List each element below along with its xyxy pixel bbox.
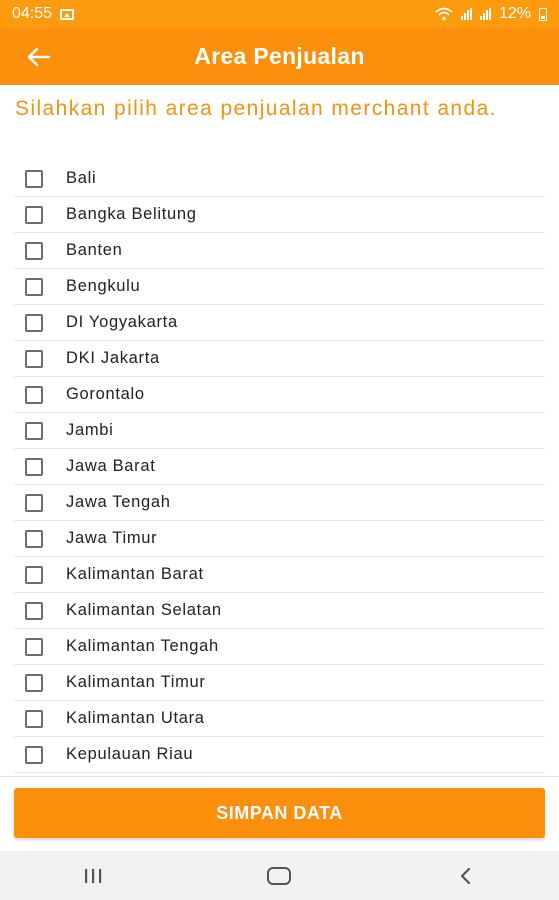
system-nav-bar bbox=[0, 851, 559, 900]
checkbox[interactable] bbox=[25, 673, 43, 692]
area-item[interactable]: Kalimantan Selatan bbox=[14, 593, 545, 629]
area-item-label: Bengkulu bbox=[66, 277, 141, 295]
area-item-label: Jawa Timur bbox=[66, 529, 158, 547]
area-item[interactable]: Jawa Timur bbox=[14, 521, 545, 557]
checkbox[interactable] bbox=[25, 457, 43, 476]
wifi-icon bbox=[435, 7, 453, 21]
area-item-label: Kalimantan Barat bbox=[66, 565, 204, 583]
area-item-label: Bangka Belitung bbox=[66, 205, 197, 223]
app-header: Area Penjualan bbox=[0, 28, 559, 85]
signal-icon bbox=[460, 8, 472, 20]
area-item-label: Kalimantan Selatan bbox=[66, 601, 222, 619]
area-item[interactable]: Jambi bbox=[14, 413, 545, 449]
area-item-label: Jawa Barat bbox=[66, 457, 156, 475]
status-bar: 04:55 12% bbox=[0, 0, 559, 28]
recent-apps-icon bbox=[85, 868, 102, 883]
battery-icon bbox=[539, 7, 547, 21]
area-item-label: Jawa Tengah bbox=[66, 493, 171, 511]
area-item-label: Bali bbox=[66, 169, 97, 187]
area-item-label: Kepulauan Riau bbox=[66, 745, 194, 763]
arrow-left-icon bbox=[27, 47, 51, 67]
area-item[interactable]: Gorontalo bbox=[14, 377, 545, 413]
area-item[interactable]: Jawa Tengah bbox=[14, 485, 545, 521]
area-item[interactable]: Kalimantan Barat bbox=[14, 557, 545, 593]
area-item-label: Gorontalo bbox=[66, 385, 145, 403]
area-item-label: DI Yogyakarta bbox=[66, 313, 178, 331]
instruction-text: Silahkan pilih area penjualan merchant a… bbox=[15, 97, 497, 120]
checkbox[interactable] bbox=[25, 493, 43, 512]
area-item-label: DKI Jakarta bbox=[66, 349, 160, 367]
checkbox[interactable] bbox=[25, 709, 43, 728]
battery-percent: 12% bbox=[498, 5, 531, 22]
area-item-label: Kalimantan Tengah bbox=[66, 637, 219, 655]
save-button-label: SIMPAN DATA bbox=[216, 802, 343, 823]
area-item[interactable]: Bengkulu bbox=[14, 269, 545, 305]
area-item[interactable]: DKI Jakarta bbox=[14, 341, 545, 377]
checkbox[interactable] bbox=[25, 277, 43, 296]
area-item[interactable]: Banten bbox=[14, 233, 545, 269]
nav-back-button[interactable] bbox=[436, 856, 496, 896]
area-item[interactable]: Kalimantan Timur bbox=[14, 665, 545, 701]
image-icon bbox=[60, 8, 75, 20]
area-item[interactable]: Bali bbox=[14, 161, 545, 197]
area-item-label: Kalimantan Utara bbox=[66, 709, 205, 727]
area-list: Bali Bangka Belitung Banten Bengkulu DI Yogy… bbox=[14, 161, 545, 773]
status-left: 04:55 bbox=[12, 5, 75, 23]
divider bbox=[0, 776, 559, 777]
area-item-label: Banten bbox=[66, 241, 123, 259]
back-button[interactable] bbox=[22, 40, 56, 74]
signal-icon bbox=[479, 8, 491, 20]
checkbox[interactable] bbox=[25, 205, 43, 224]
status-right: 12% bbox=[435, 5, 547, 23]
page-title: Area Penjualan bbox=[194, 43, 365, 69]
area-item[interactable]: Kalimantan Utara bbox=[14, 701, 545, 737]
checkbox[interactable] bbox=[25, 529, 43, 548]
area-item[interactable]: Bangka Belitung bbox=[14, 197, 545, 233]
checkbox[interactable] bbox=[25, 565, 43, 584]
checkbox[interactable] bbox=[25, 637, 43, 656]
checkbox[interactable] bbox=[25, 421, 43, 440]
checkbox[interactable] bbox=[25, 385, 43, 404]
home-icon bbox=[267, 866, 292, 885]
status-time: 04:55 bbox=[12, 5, 53, 22]
checkbox[interactable] bbox=[25, 745, 43, 764]
home-button[interactable] bbox=[249, 856, 309, 896]
checkbox[interactable] bbox=[25, 241, 43, 260]
area-item-label: Kalimantan Timur bbox=[66, 673, 206, 691]
area-item[interactable]: Kalimantan Tengah bbox=[14, 629, 545, 665]
area-item[interactable]: Jawa Barat bbox=[14, 449, 545, 485]
area-item[interactable]: Kepulauan Riau bbox=[14, 737, 545, 773]
back-icon bbox=[460, 867, 470, 884]
checkbox[interactable] bbox=[25, 313, 43, 332]
area-item-label: Jambi bbox=[66, 421, 114, 439]
area-item[interactable]: DI Yogyakarta bbox=[14, 305, 545, 341]
recent-apps-button[interactable] bbox=[63, 856, 123, 896]
checkbox[interactable] bbox=[25, 601, 43, 620]
checkbox[interactable] bbox=[25, 169, 43, 188]
checkbox[interactable] bbox=[25, 349, 43, 368]
save-button[interactable]: SIMPAN DATA bbox=[14, 788, 545, 838]
